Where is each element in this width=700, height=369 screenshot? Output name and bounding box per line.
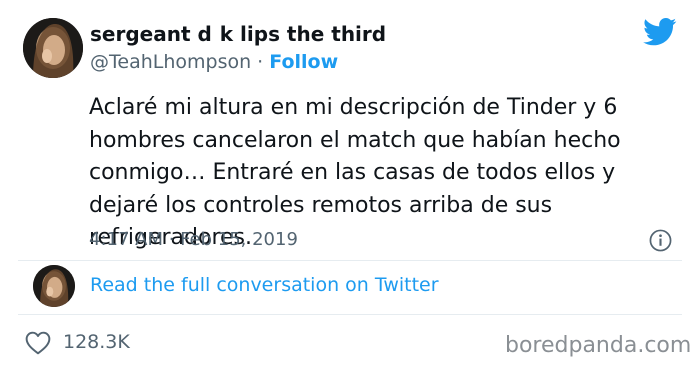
author-display-name[interactable]: sergeant d k lips the third bbox=[90, 22, 386, 46]
read-conversation-link[interactable]: Read the full conversation on Twitter bbox=[90, 274, 439, 296]
divider bbox=[18, 314, 682, 315]
author-handle-row: @TeahLhompson · Follow bbox=[90, 51, 338, 73]
info-icon[interactable] bbox=[649, 229, 672, 252]
follow-button[interactable]: Follow bbox=[269, 51, 338, 73]
like-count: 128.3K bbox=[63, 331, 130, 353]
avatar-image bbox=[33, 265, 75, 307]
avatar-image bbox=[23, 18, 83, 78]
conversation-avatar[interactable] bbox=[33, 265, 75, 307]
author-handle[interactable]: @TeahLhompson bbox=[90, 51, 251, 73]
divider bbox=[18, 260, 682, 261]
tweet-card: sergeant d k lips the third @TeahLhompso… bbox=[0, 0, 700, 369]
handle-separator: · bbox=[251, 51, 270, 73]
author-avatar[interactable] bbox=[23, 18, 83, 78]
twitter-bird-icon[interactable] bbox=[643, 18, 677, 46]
tweet-timestamp[interactable]: 4:17 AM · Feb 15, 2019 bbox=[89, 229, 298, 250]
heart-icon[interactable] bbox=[25, 331, 51, 355]
watermark-text: boredpanda.com bbox=[505, 333, 692, 358]
